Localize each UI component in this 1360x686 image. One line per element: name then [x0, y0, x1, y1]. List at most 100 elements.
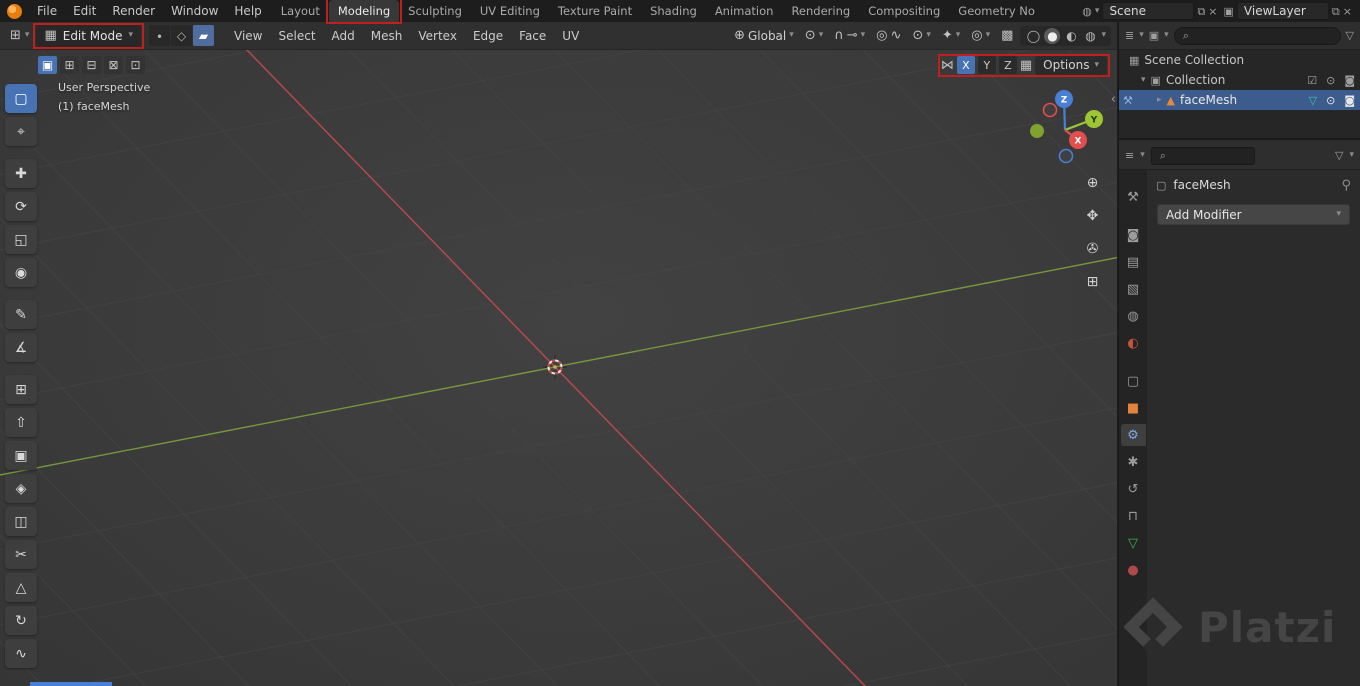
outliner-display-caret-icon[interactable]: ▾	[1164, 31, 1169, 40]
collection-hide-eye-icon[interactable]: ⊙	[1326, 75, 1335, 86]
tab-collection[interactable]: ▢	[1121, 370, 1146, 392]
inset-faces-tool[interactable]: ▣	[5, 441, 37, 470]
select-invert-button[interactable]: ⊠	[104, 56, 123, 74]
scene-browse-caret-icon[interactable]: ▾	[1095, 6, 1100, 16]
properties-search-input[interactable]: ⌕	[1150, 146, 1255, 165]
camera-view-button[interactable]: ✇	[1080, 236, 1105, 261]
workspace-tab-rendering[interactable]: Rendering	[782, 0, 859, 22]
pan-button[interactable]: ✥	[1080, 203, 1105, 228]
collection-disclosure-icon[interactable]: ▾	[1141, 75, 1146, 85]
transform-tool[interactable]: ◉	[5, 258, 37, 287]
tab-modifiers[interactable]: ⚙	[1120, 424, 1146, 446]
tab-object-data[interactable]: ▽	[1121, 532, 1146, 554]
menu-vertex[interactable]: Vertex	[410, 22, 465, 50]
outliner-filter-icon[interactable]: ▽	[1346, 30, 1354, 41]
3d-viewport[interactable]: User Perspective (1) faceMesh ▢ ⌖ ✚ ⟳ ◱ …	[0, 50, 1117, 686]
outliner-row-facemesh[interactable]: ⚒ ▸ ▲ faceMesh ▽ ⊙ ◙	[1119, 90, 1360, 110]
viewport-canvas[interactable]	[0, 50, 1117, 686]
tab-scene[interactable]: ◍	[1121, 305, 1146, 327]
pin-icon[interactable]: ⚲	[1341, 178, 1351, 193]
tab-render[interactable]: ◙	[1121, 224, 1146, 246]
select-set-button[interactable]: ▣	[38, 56, 57, 74]
poly-build-tool[interactable]: △	[5, 573, 37, 602]
workspace-tab-shading[interactable]: Shading	[641, 0, 706, 22]
shading-solid-button[interactable]: ●	[1044, 27, 1061, 44]
blender-logo-icon[interactable]	[7, 3, 22, 19]
workspace-tab-animation[interactable]: Animation	[706, 0, 783, 22]
outliner-editor-caret-icon[interactable]: ▾	[1139, 31, 1144, 40]
shading-wireframe-button[interactable]: ◯	[1025, 28, 1041, 44]
menu-uv[interactable]: UV	[554, 22, 587, 50]
overlays-dropdown[interactable]: ◎ ▾	[967, 29, 994, 42]
view-layer-name-field[interactable]: ViewLayer	[1236, 2, 1329, 20]
pivot-point-dropdown[interactable]: ⊙ ▾	[801, 29, 827, 42]
workspace-tab-modeling[interactable]: Modeling	[328, 0, 400, 22]
mirror-z-button[interactable]: Z	[998, 56, 1017, 74]
menu-render[interactable]: Render	[104, 0, 163, 22]
view-layer-icon[interactable]: ▣	[1224, 6, 1234, 17]
outliner-display-mode-icon[interactable]: ▣	[1149, 30, 1159, 41]
scene-name-field[interactable]: Scene	[1102, 2, 1195, 20]
workspace-tab-uv-editing[interactable]: UV Editing	[471, 0, 549, 22]
workspace-tab-texture-paint[interactable]: Texture Paint	[549, 0, 641, 22]
menu-edge[interactable]: Edge	[465, 22, 511, 50]
menu-select[interactable]: Select	[271, 22, 324, 50]
tab-output[interactable]: ▤	[1121, 251, 1146, 273]
outliner-editor-icon[interactable]: ≣	[1125, 30, 1134, 41]
tab-world[interactable]: ◐	[1121, 332, 1146, 354]
menu-add[interactable]: Add	[324, 22, 363, 50]
snap-magnet-icon[interactable]: ∩	[834, 29, 844, 42]
tab-object[interactable]: ■	[1121, 397, 1146, 419]
cursor-tool[interactable]: ⌖	[5, 117, 37, 146]
knife-tool[interactable]: ✂	[5, 540, 37, 569]
view-layer-delete-icon[interactable]: ×	[1343, 6, 1352, 17]
view-layer-copy-icon[interactable]: ⧉	[1332, 6, 1340, 17]
mode-dropdown[interactable]: ▦ Edit Mode ▾	[36, 24, 142, 47]
properties-editor-caret-icon[interactable]: ▾	[1140, 151, 1145, 160]
menu-mesh[interactable]: Mesh	[363, 22, 411, 50]
bevel-tool[interactable]: ◈	[5, 474, 37, 503]
workspace-tab-geometry-nodes[interactable]: Geometry No	[949, 0, 1044, 22]
proportional-editing-icon[interactable]: ◎	[876, 29, 887, 42]
spin-tool[interactable]: ↻	[5, 606, 37, 635]
symmetry-grid-icon[interactable]: ▦	[1020, 59, 1032, 72]
menu-edit[interactable]: Edit	[65, 0, 104, 22]
gizmos-dropdown[interactable]: ✦ ▾	[938, 29, 964, 42]
tab-particles[interactable]: ✱	[1121, 451, 1146, 473]
mirror-y-button[interactable]: Y	[977, 56, 996, 74]
collection-checkbox-icon[interactable]: ☑	[1307, 75, 1317, 86]
shading-material-button[interactable]: ◐	[1063, 28, 1079, 44]
menu-window[interactable]: Window	[163, 0, 226, 22]
face-select-button[interactable]: ▰	[193, 25, 215, 46]
menu-view[interactable]: View	[226, 22, 270, 50]
properties-filter-icon[interactable]: ▽	[1335, 150, 1343, 161]
scene-copy-icon[interactable]: ⧉	[1197, 6, 1205, 17]
object-render-camera-icon[interactable]: ◙	[1344, 95, 1355, 106]
visibility-dropdown[interactable]: ⊙ ▾	[908, 29, 934, 42]
edge-select-button[interactable]: ◇	[171, 25, 193, 46]
object-disclosure-icon[interactable]: ▸	[1157, 95, 1162, 105]
add-cube-tool[interactable]: ⊞	[5, 375, 37, 404]
object-hide-eye-icon[interactable]: ⊙	[1326, 95, 1335, 106]
scene-delete-icon[interactable]: ×	[1208, 6, 1217, 17]
outliner-row-collection[interactable]: ▾ ▣ Collection ☑ ⊙ ◙	[1119, 70, 1360, 90]
outliner-row-scene-collection[interactable]: ▦ Scene Collection	[1119, 50, 1360, 70]
navigation-gizmo[interactable]: Z Y X	[1018, 88, 1110, 180]
properties-filter-caret-icon[interactable]: ▾	[1349, 151, 1354, 160]
gizmo-neg-z-ball[interactable]	[1058, 148, 1074, 164]
zoom-button[interactable]: ⊕	[1080, 170, 1105, 195]
add-modifier-dropdown[interactable]: Add Modifier ▾	[1157, 204, 1350, 225]
workspace-tab-sculpting[interactable]: Sculpting	[399, 0, 471, 22]
perspective-toggle-button[interactable]: ⊞	[1080, 269, 1105, 294]
transform-orientation-dropdown[interactable]: ⊕ Global ▾	[730, 29, 798, 43]
tab-constraints[interactable]: ⊓	[1121, 505, 1146, 527]
outliner-search-input[interactable]: ⌕	[1173, 26, 1341, 45]
xray-toggle[interactable]: ▩	[997, 29, 1017, 42]
collection-render-camera-icon[interactable]: ◙	[1344, 75, 1355, 86]
gizmo-neg-x-ball[interactable]	[1042, 102, 1058, 118]
region-collapse-arrow-icon[interactable]: ‹	[1111, 92, 1116, 107]
workspace-tab-layout[interactable]: Layout	[272, 0, 329, 22]
vertex-select-button[interactable]: ∙	[149, 25, 171, 46]
menu-file[interactable]: File	[29, 0, 65, 22]
falloff-icon[interactable]: ∿	[891, 29, 902, 42]
